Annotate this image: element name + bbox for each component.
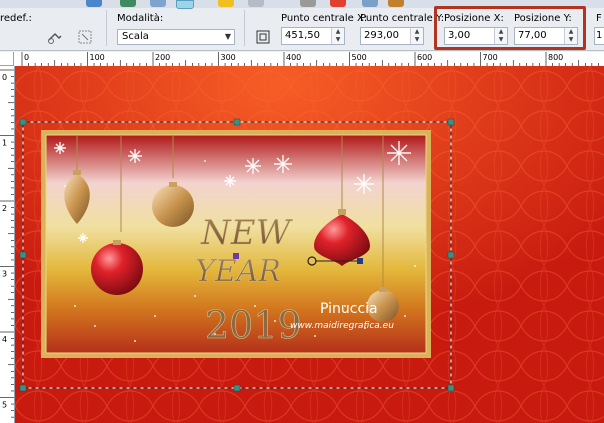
separator	[106, 10, 107, 46]
ruler-tick-label: 200	[155, 53, 170, 62]
ruler-tick-label: 2	[2, 204, 7, 213]
center-y-value: 293,00	[364, 30, 399, 41]
website-text: www.maidiregrafica.eu	[290, 321, 394, 331]
position-highlight-box	[434, 6, 586, 50]
signature-text: Pinuccia	[320, 301, 378, 317]
ruler-tick-label: 1	[2, 139, 7, 148]
tool-icon-5[interactable]	[218, 0, 234, 7]
ruler-tick-label: 0	[24, 53, 29, 62]
spin-arrows-icon[interactable]: ▲ ▼	[410, 28, 423, 44]
horizontal-ruler[interactable]: 0 100 200 300 400 500 600 700 800	[0, 52, 604, 67]
tool-icon-6[interactable]	[248, 0, 264, 7]
ruler-tick-label: 800	[548, 53, 563, 62]
mode-label: Modalità:	[117, 13, 164, 24]
center-y-input[interactable]: 293,00 ▲ ▼	[360, 27, 424, 45]
tool-icon-7[interactable]	[300, 0, 316, 7]
ruler-tick-label: 0	[2, 73, 7, 82]
handle-bottom-left[interactable]	[19, 384, 27, 392]
card-line-2019: 2019	[205, 303, 302, 347]
ruler-tick-label: 500	[352, 53, 367, 62]
cut-off-label: F	[596, 13, 602, 24]
canvas-artwork: NEW YEAR 2019 Pinuccia www.maidiregrafic…	[15, 66, 604, 423]
handle-top-left[interactable]	[19, 118, 27, 126]
tool-icon-4[interactable]	[176, 0, 194, 9]
handle-pivot-center[interactable]	[233, 253, 239, 259]
ruler-tick-label: 4	[2, 335, 7, 344]
handle-bottom-right[interactable]	[447, 384, 455, 392]
handle-middle-right[interactable]	[447, 251, 455, 259]
tool-icon-3[interactable]	[150, 0, 166, 7]
ruler-tick-label: 5	[2, 401, 7, 410]
tool-options-bar: redef.: Modalità: Scala ▼ Punto centrale…	[0, 0, 604, 51]
preset-label: redef.:	[0, 13, 32, 24]
tool-icon-10[interactable]	[388, 0, 404, 7]
chevron-down-icon: ▼	[224, 32, 231, 41]
handle-top-right[interactable]	[447, 118, 455, 126]
image-canvas[interactable]: NEW YEAR 2019 Pinuccia www.maidiregrafic…	[15, 66, 604, 423]
ruler-tick-label: 300	[221, 53, 236, 62]
tool-icon-1[interactable]	[86, 0, 102, 7]
handle-top-middle[interactable]	[233, 118, 241, 126]
cut-off-input[interactable]: 1	[594, 27, 604, 45]
handle-middle-left[interactable]	[19, 251, 27, 259]
center-x-value: 451,50	[285, 30, 320, 41]
tool-icon-2[interactable]	[120, 0, 136, 7]
cut-off-value: 1	[596, 30, 603, 41]
tool-icon-9[interactable]	[362, 0, 378, 7]
ruler-tick-label: 600	[417, 53, 432, 62]
handle-bottom-middle[interactable]	[233, 384, 241, 392]
reset-icon[interactable]	[46, 28, 64, 46]
spin-arrows-icon[interactable]: ▲ ▼	[331, 28, 344, 44]
flip-icon[interactable]	[76, 28, 94, 46]
center-x-label: Punto centrale X:	[281, 13, 368, 24]
mode-value: Scala	[122, 31, 149, 42]
tool-icon-8[interactable]	[330, 0, 346, 7]
ruler-corner	[0, 52, 14, 66]
separator	[244, 10, 245, 46]
greeting-card-image: NEW YEAR 2019 Pinuccia www.maidiregrafic…	[41, 130, 431, 358]
ruler-tick-label: 3	[2, 270, 7, 279]
ruler-tick-label: 100	[90, 53, 105, 62]
vertical-ruler[interactable]: 0 1 2 3 4 5	[0, 66, 15, 423]
ruler-tick-label: 400	[286, 53, 301, 62]
transform-icon[interactable]	[254, 28, 272, 46]
ruler-tick-label: 700	[483, 53, 498, 62]
card-line-year: YEAR	[195, 254, 281, 289]
center-x-input[interactable]: 451,50 ▲ ▼	[281, 27, 345, 45]
card-line-new: NEW	[200, 213, 294, 253]
center-y-label: Punto centrale Y:	[360, 13, 445, 24]
mode-select[interactable]: Scala ▼	[117, 29, 235, 45]
